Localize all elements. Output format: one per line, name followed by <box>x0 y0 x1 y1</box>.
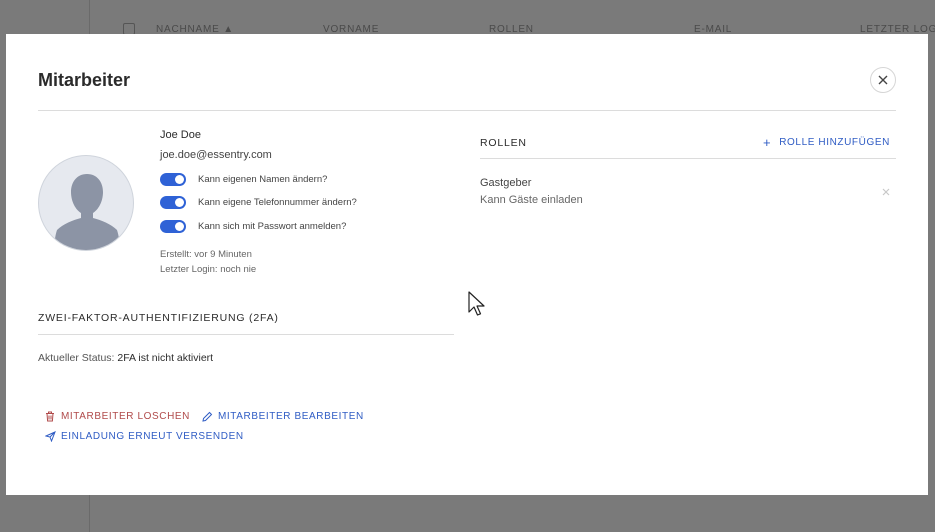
delete-employee-label: MITARBEITER LOSCHEN <box>61 410 191 422</box>
created-info: Erstellt: vor 9 Minuten <box>160 249 252 260</box>
resend-invite-button[interactable]: EINLADUNG ERNEUT VERSENDEN <box>44 430 244 442</box>
send-icon <box>44 430 56 442</box>
add-role-label: ROLLE HINZUFÜGEN <box>779 137 890 148</box>
close-icon <box>878 75 888 85</box>
toggle-row-password: Kann sich mit Passwort anmelden? <box>160 219 346 233</box>
avatar <box>38 155 134 251</box>
user-name: Joe Doe <box>160 129 201 141</box>
toggle-password-login[interactable] <box>160 219 186 233</box>
role-name: Gastgeber <box>480 177 532 189</box>
role-description: Kann Gäste einladen <box>480 194 583 206</box>
pencil-icon <box>201 410 213 422</box>
toggle-row-phone: Kann eigene Telefonnummer ändern? <box>160 195 357 209</box>
close-icon <box>882 188 890 196</box>
toggle-label: Kann eigene Telefonnummer ändern? <box>198 196 357 208</box>
title-divider <box>38 110 896 111</box>
last-login-info: Letzter Login: noch nie <box>160 264 257 275</box>
toggle-label: Kann sich mit Passwort anmelden? <box>198 220 347 232</box>
user-silhouette-icon <box>54 174 120 250</box>
add-role-button[interactable]: + ROLLE HINZUFÜGEN <box>763 136 890 149</box>
toggle-row-name: Kann eigenen Namen ändern? <box>160 172 327 186</box>
twofa-status: Aktueller Status: 2FA ist nicht aktivier… <box>38 352 213 364</box>
toggle-change-name[interactable] <box>160 172 186 186</box>
trash-icon <box>44 410 56 422</box>
edit-employee-label: MITARBEITER BEARBEITEN <box>218 410 364 422</box>
toggle-label: Kann eigenen Namen ändern? <box>198 173 328 185</box>
toggle-change-phone[interactable] <box>160 195 186 209</box>
user-email: joe.doe@essentry.com <box>160 149 272 161</box>
roles-heading: ROLLEN <box>480 137 527 149</box>
edit-employee-button[interactable]: MITARBEITER BEARBEITEN <box>201 410 364 422</box>
twofa-status-value: 2FA ist nicht aktiviert <box>117 352 214 364</box>
employee-modal: Mitarbeiter Joe Doe joe.doe@essentry.com… <box>6 34 928 495</box>
close-button[interactable] <box>870 67 896 93</box>
roles-divider <box>480 158 896 159</box>
delete-employee-button[interactable]: MITARBEITER LOSCHEN <box>44 410 190 422</box>
mouse-cursor-icon <box>468 291 485 316</box>
twofa-status-label: Aktueller Status: <box>38 352 115 364</box>
resend-invite-label: EINLADUNG ERNEUT VERSENDEN <box>61 430 244 442</box>
remove-role-button[interactable] <box>882 185 890 199</box>
twofa-divider <box>38 334 454 335</box>
twofa-heading: ZWEI-FAKTOR-AUTHENTIFIZIERUNG (2FA) <box>38 312 279 324</box>
plus-icon: + <box>763 135 772 150</box>
modal-title: Mitarbeiter <box>38 70 131 90</box>
